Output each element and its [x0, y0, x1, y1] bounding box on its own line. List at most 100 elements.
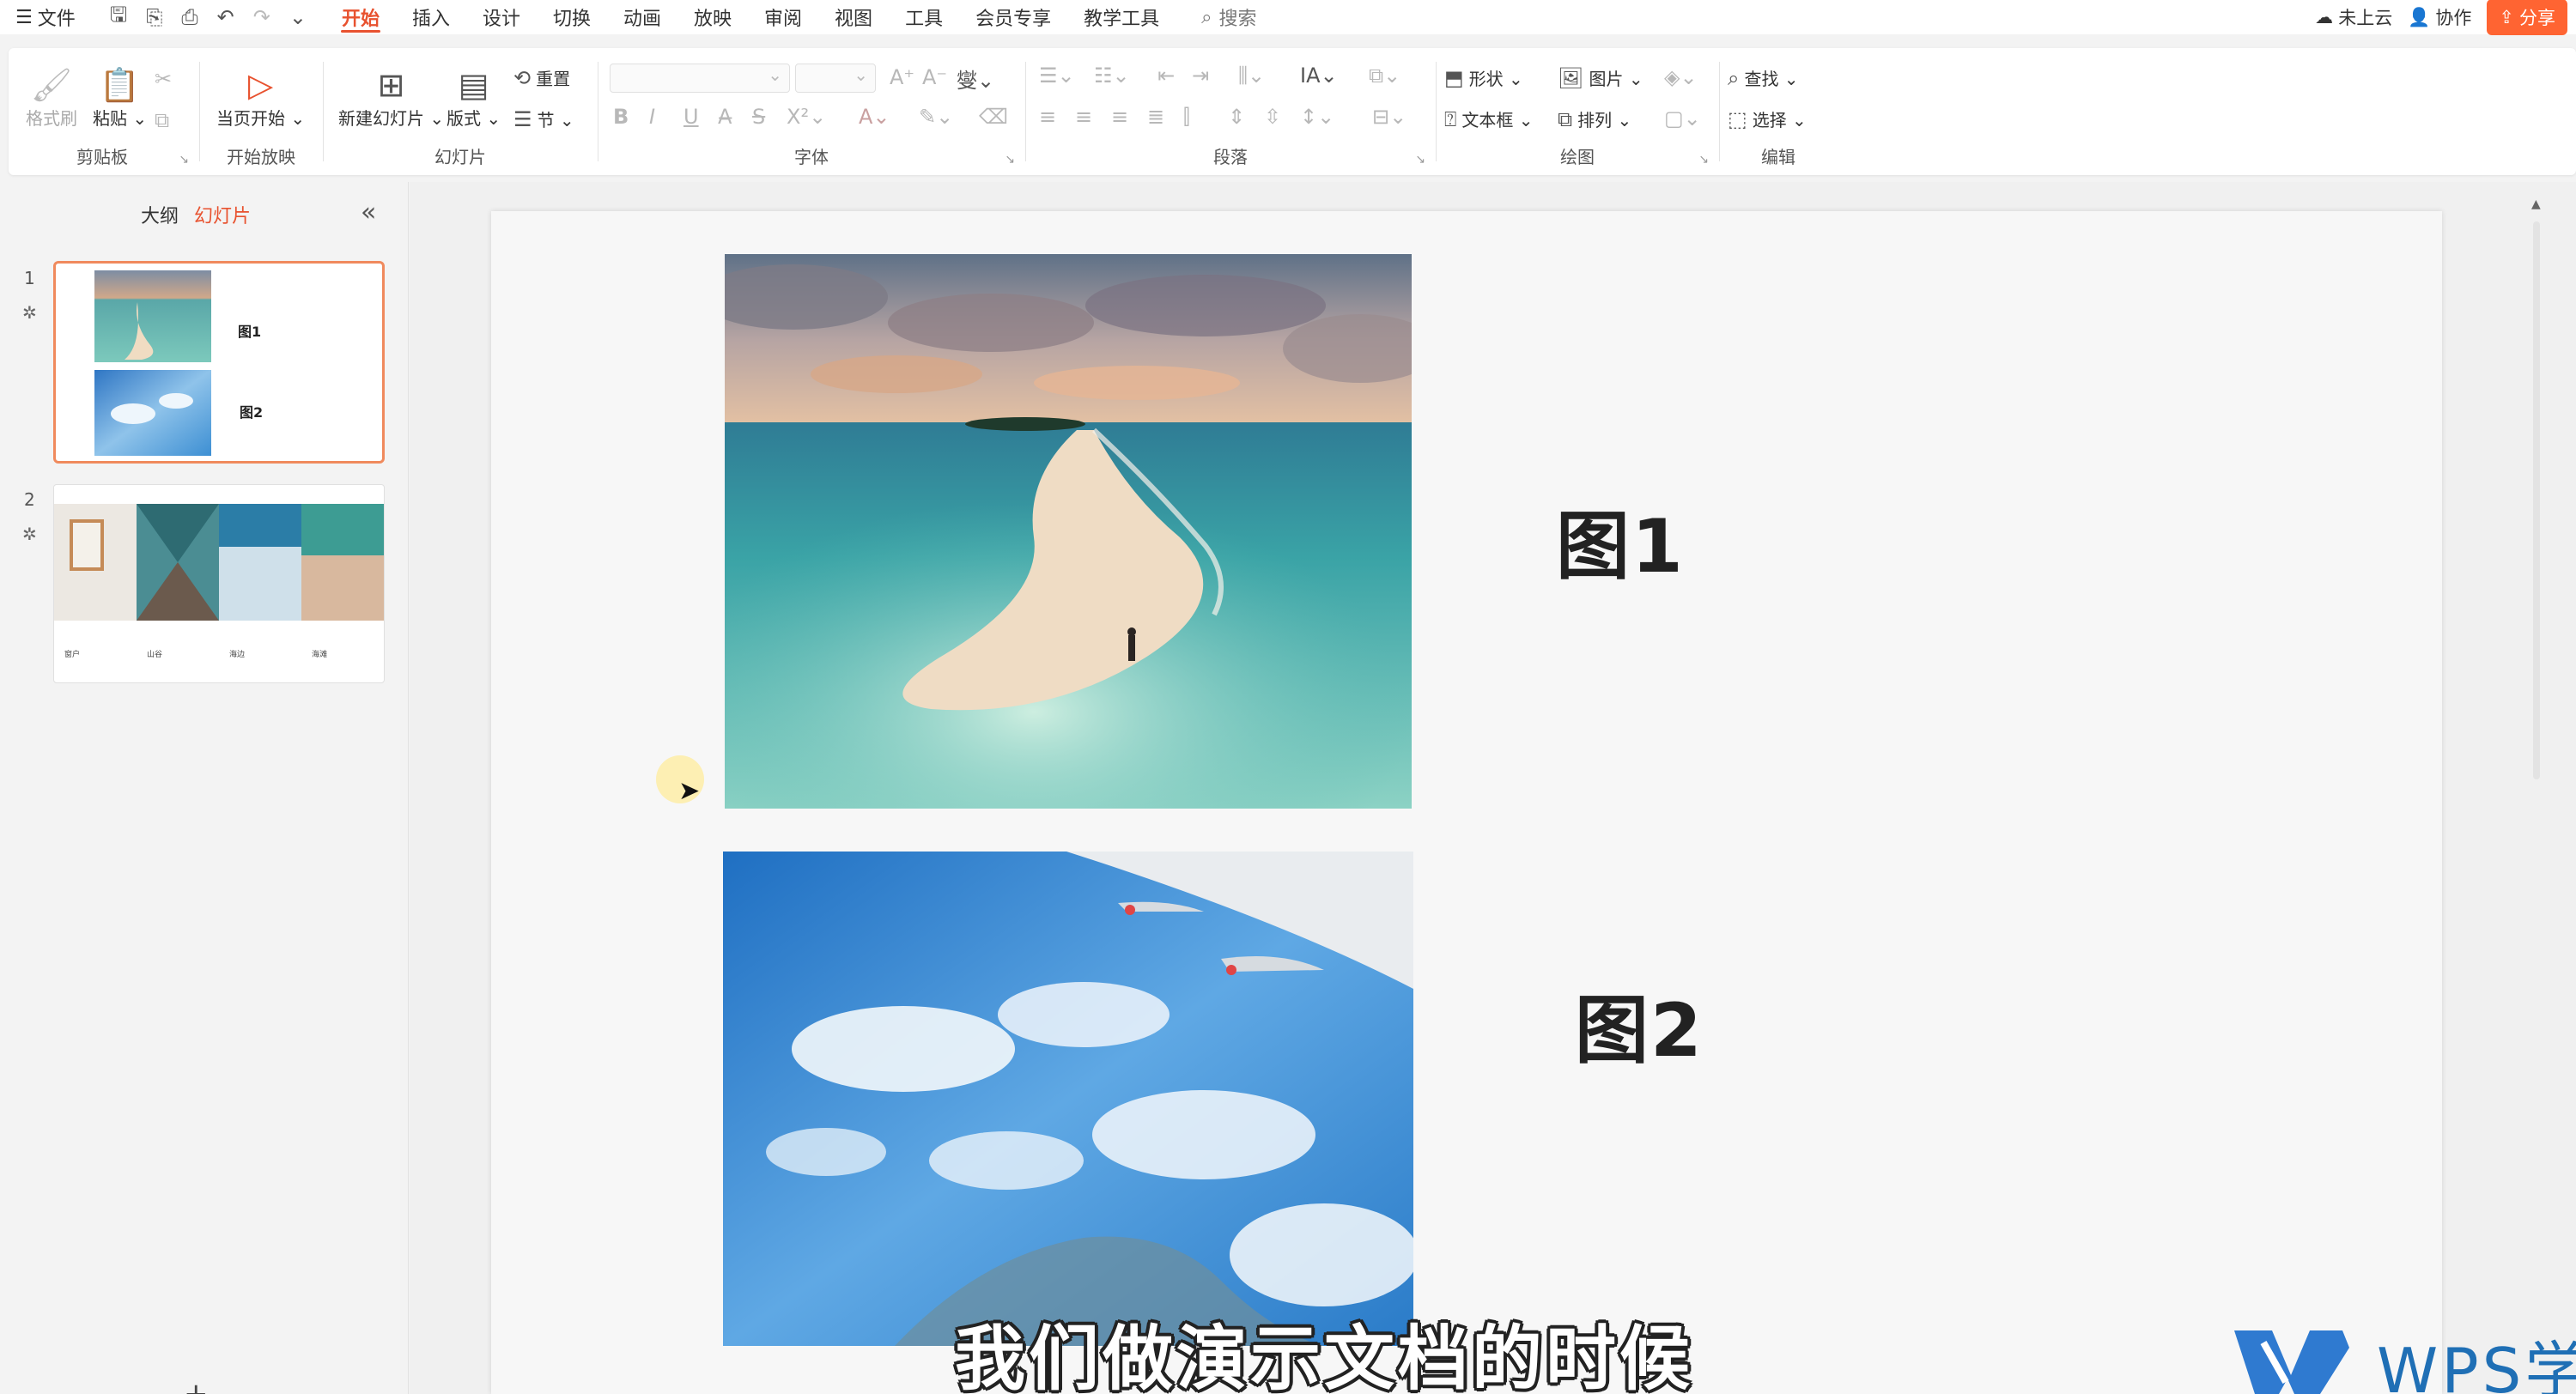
format-painter-button[interactable]: 🖌 格式刷	[26, 65, 77, 130]
clipboard-icon: 📋	[99, 66, 141, 104]
find-button[interactable]: ⌕ 查找 ⌄	[1728, 65, 1799, 90]
shadow-icon[interactable]: A̶	[718, 105, 732, 129]
reset-button[interactable]: ⟲ 重置	[513, 65, 570, 90]
justify-icon[interactable]: ≣	[1147, 105, 1164, 129]
cloud-status[interactable]: ☁ 未上云	[2315, 4, 2392, 30]
superscript-icon[interactable]: X²⌄	[787, 105, 826, 129]
tab-home[interactable]: 开始	[325, 0, 396, 34]
collaborate-button[interactable]: 👤 协作	[2408, 4, 2471, 30]
dialog-launcher-icon[interactable]: ↘	[1415, 153, 1425, 167]
text-align-box-icon[interactable]: ⊟⌄	[1372, 105, 1406, 129]
tab-insert[interactable]: 插入	[396, 0, 466, 34]
tab-tools[interactable]: 工具	[889, 0, 959, 34]
current-slide[interactable]: 图1 图2	[491, 211, 2442, 1394]
thumbnail-caption: 海边	[229, 651, 246, 659]
highlight-icon[interactable]: ✎⌄	[919, 105, 953, 129]
save-as-icon[interactable]: ⎘	[146, 5, 162, 29]
picture-button[interactable]: 🖼 图片 ⌄	[1558, 65, 1643, 90]
file-menu[interactable]: ☰ 文件	[0, 0, 91, 34]
fill-icon[interactable]: ◈⌄	[1664, 65, 1698, 89]
beach-photo[interactable]	[725, 254, 1412, 809]
numbering-icon[interactable]: ☷⌄	[1094, 64, 1130, 88]
customize-dropdown-icon[interactable]: ⌄	[289, 5, 307, 29]
layout-button[interactable]: ▤ 版式 ⌄	[447, 65, 501, 130]
save-icon[interactable]: 🖫	[110, 0, 127, 35]
figure-label-1[interactable]: 图1	[1556, 486, 1685, 593]
tab-slides[interactable]: 幻灯片	[194, 201, 251, 228]
convert-smartart-icon[interactable]: ⧉⌄	[1369, 64, 1400, 88]
tab-outline[interactable]: 大纲	[141, 201, 179, 228]
tab-design[interactable]: 设计	[466, 0, 537, 34]
search-label: 搜索	[1218, 9, 1257, 30]
font-family-select[interactable]	[610, 64, 790, 93]
format-painter-label: 格式刷	[26, 108, 77, 129]
clear-format-icon[interactable]: ⌫	[979, 105, 1008, 129]
outline-icon[interactable]: ▢⌄	[1664, 106, 1701, 130]
paste-button[interactable]: 📋 粘贴 ⌄	[93, 65, 147, 130]
tab-slideshow[interactable]: 放映	[677, 0, 748, 34]
bullets-icon[interactable]: ☰⌄	[1039, 64, 1075, 88]
find-icon: ⌕	[1728, 65, 1740, 90]
mouse-pointer-icon: ➤	[678, 776, 701, 806]
section-button[interactable]: ☰ 节 ⌄	[513, 106, 574, 131]
undo-icon[interactable]: ↶	[217, 5, 234, 29]
slides-group-label: 幻灯片	[434, 147, 486, 167]
grow-font-icon[interactable]: A⁺	[890, 65, 914, 89]
new-slide-button[interactable]: ⊞ 新建幻灯片 ⌄	[338, 65, 444, 130]
align-center-icon[interactable]: ≡	[1075, 105, 1092, 129]
increase-indent-icon[interactable]: ⇥	[1192, 64, 1209, 88]
dialog-launcher-icon[interactable]: ↘	[179, 153, 189, 167]
search-box[interactable]: ⌕ 搜索	[1176, 3, 1256, 31]
text-effects-icon[interactable]: 燮⌄	[957, 64, 994, 94]
select-icon: ⬚	[1728, 106, 1747, 131]
tab-view[interactable]: 视图	[818, 0, 889, 34]
italic-icon[interactable]: I	[649, 105, 655, 129]
figure-label-2[interactable]: 图2	[1575, 970, 1704, 1077]
cut-icon[interactable]: ✂	[155, 67, 172, 91]
strikethrough-icon[interactable]: S	[752, 105, 765, 129]
section-label: 节 ⌄	[537, 110, 574, 130]
align-left-icon[interactable]: ≡	[1039, 105, 1056, 129]
select-button[interactable]: ⬚ 选择 ⌄	[1728, 106, 1807, 131]
thumbnail-label-1: 图1	[238, 324, 262, 340]
dialog-launcher-icon[interactable]: ↘	[1005, 153, 1015, 167]
slideshow-group-label: 开始放映	[227, 147, 295, 167]
distribute-icon[interactable]: ⫿	[1183, 105, 1190, 129]
font-color-icon[interactable]: A⌄	[859, 105, 890, 129]
collapse-panel-icon[interactable]: «	[361, 197, 376, 227]
line-spacing-icon[interactable]: ⇕	[1228, 105, 1245, 129]
spacing-options-icon[interactable]: ↕⌄	[1300, 105, 1334, 129]
tab-animations[interactable]: 动画	[607, 0, 677, 34]
copy-icon[interactable]: ⧉	[155, 108, 169, 132]
print-icon[interactable]: ⎙	[181, 5, 197, 29]
shape-button[interactable]: ⬒ 形状 ⌄	[1444, 65, 1523, 90]
tab-transitions[interactable]: 切换	[537, 0, 607, 34]
from-current-button[interactable]: ▷ 当页开始 ⌄	[216, 65, 305, 130]
tab-teaching-tools[interactable]: 教学工具	[1067, 0, 1176, 34]
slide-thumbnail-2[interactable]: 窗户 山谷 海边 海滩	[53, 484, 385, 683]
slide-thumbnail-1[interactable]: 图1 图2	[53, 261, 385, 464]
textbox-button[interactable]: ⍰ 文本框 ⌄	[1444, 106, 1534, 131]
bold-icon[interactable]: B	[613, 105, 629, 129]
dialog-launcher-icon[interactable]: ↘	[1698, 153, 1709, 167]
columns-icon[interactable]: ⫼⌄	[1238, 64, 1265, 88]
redo-icon[interactable]: ↷	[253, 5, 270, 29]
add-slide-icon[interactable]: +	[184, 1377, 209, 1394]
decrease-indent-icon[interactable]: ⇤	[1157, 64, 1175, 88]
scrollbar-thumb[interactable]	[2533, 221, 2540, 779]
tab-member[interactable]: 会员专享	[959, 0, 1067, 34]
aerial-photo[interactable]	[723, 852, 1413, 1346]
paragraph-spacing-icon[interactable]: ⇳	[1264, 105, 1281, 129]
font-size-select[interactable]	[795, 64, 876, 93]
vertical-scrollbar[interactable]: ▲	[2531, 197, 2542, 1394]
underline-icon[interactable]: U	[683, 105, 699, 129]
share-button[interactable]: ⇪ 分享	[2487, 0, 2567, 35]
user-icon: 👤	[2408, 6, 2431, 27]
tab-review[interactable]: 审阅	[748, 0, 818, 34]
shrink-font-icon[interactable]: A⁻	[922, 65, 947, 89]
text-direction-icon[interactable]: IA⌄	[1300, 64, 1338, 88]
arrange-button[interactable]: ⧉ 排列 ⌄	[1558, 106, 1631, 131]
group-drawing: ⬒ 形状 ⌄ 🖼 图片 ⌄ ◈⌄ ⍰ 文本框 ⌄ ⧉ 排列 ⌄ ▢⌄ 绘图 ↘	[1439, 48, 1716, 175]
scroll-up-icon[interactable]: ▲	[2531, 197, 2541, 211]
align-right-icon[interactable]: ≡	[1111, 105, 1128, 129]
